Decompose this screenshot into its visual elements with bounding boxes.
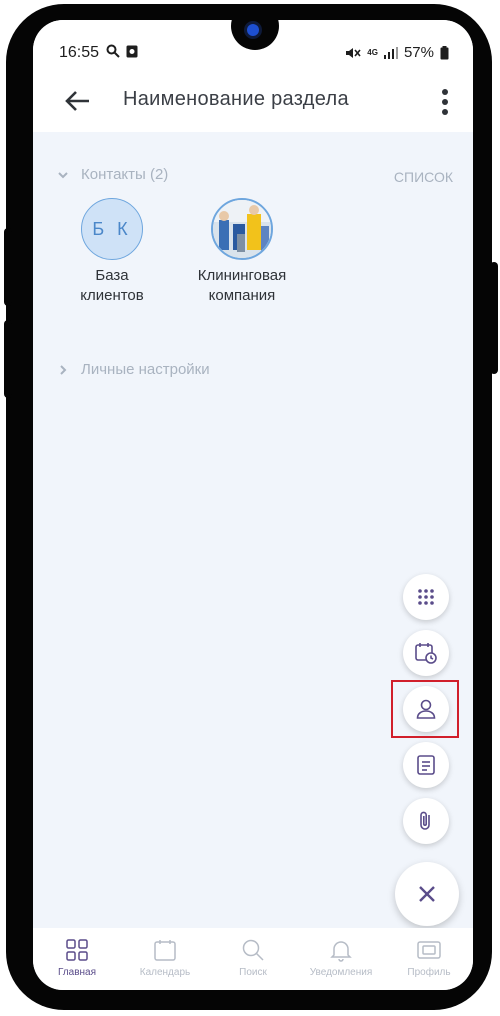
nav-label: Профиль — [407, 967, 451, 978]
highlight-box — [391, 680, 459, 738]
more-options-icon[interactable] — [441, 88, 449, 116]
chevron-down-icon — [58, 171, 68, 178]
media-status-icon — [126, 45, 138, 58]
nav-label: Главная — [57, 967, 97, 978]
search-icon — [242, 939, 264, 961]
bell-icon — [330, 941, 352, 962]
contact-item[interactable]: Клининговая компания — [187, 198, 297, 306]
paperclip-icon — [420, 811, 430, 830]
avatar: Б К — [81, 198, 143, 260]
nav-notifications[interactable]: Уведомления — [297, 928, 385, 990]
close-icon — [419, 886, 435, 902]
app-bar: Наименование раздела — [33, 74, 473, 132]
contacts-section-label: Контакты (2) — [81, 166, 169, 183]
nav-home[interactable]: Главная — [33, 928, 121, 990]
close-fab-button[interactable] — [395, 862, 459, 926]
list-view-link[interactable]: СПИСОК — [394, 169, 453, 185]
avatar — [211, 198, 273, 260]
company-photo-icon — [213, 200, 271, 258]
nav-label: Поиск — [239, 967, 267, 978]
chevron-right-icon — [60, 364, 67, 375]
note-icon — [417, 755, 435, 775]
volume-button — [4, 228, 12, 306]
contact-item[interactable]: Б К База клиентов — [57, 198, 167, 306]
nav-calendar[interactable]: Календарь — [121, 928, 209, 990]
page-title: Наименование раздела — [123, 88, 349, 110]
network-type: 4G — [367, 48, 378, 57]
calendar-clock-icon — [415, 643, 437, 664]
attach-file-button[interactable] — [403, 798, 449, 844]
apps-button[interactable] — [403, 574, 449, 620]
nav-label: Календарь — [139, 967, 191, 978]
profile-card-icon — [417, 941, 441, 959]
add-note-button[interactable] — [403, 742, 449, 788]
power-button — [490, 262, 498, 374]
contact-name: База клиентов — [80, 267, 144, 304]
battery-icon — [440, 45, 449, 59]
personal-settings-header[interactable]: Личные настройки — [57, 361, 210, 378]
status-time: 16:55 — [59, 44, 138, 62]
nav-label: Уведомления — [309, 967, 373, 978]
personal-settings-label: Личные настройки — [81, 361, 210, 378]
contacts-section-header[interactable]: Контакты (2) — [57, 166, 168, 183]
side-button — [4, 320, 12, 398]
calendar-icon — [154, 940, 176, 961]
apps-grid-icon — [418, 589, 434, 605]
status-bar: 16:55 4G 57% — [33, 20, 473, 74]
status-icons: 4G 57% — [345, 44, 449, 61]
nav-search[interactable]: Поиск — [209, 928, 297, 990]
search-status-icon — [106, 44, 120, 58]
add-event-button[interactable] — [403, 630, 449, 676]
mute-icon — [346, 47, 361, 58]
contact-name: Клининговая компания — [197, 267, 287, 304]
front-camera — [231, 20, 279, 50]
back-arrow-icon[interactable] — [63, 86, 93, 116]
screen: 16:55 4G 57% Наименование раздела Контак… — [33, 20, 473, 990]
signal-icon — [383, 46, 398, 59]
battery-percent: 57% — [403, 44, 434, 61]
bottom-navigation: Главная Календарь Поиск Уведомления Проф… — [33, 928, 473, 990]
home-grid-icon — [66, 939, 88, 961]
nav-profile[interactable]: Профиль — [385, 928, 473, 990]
